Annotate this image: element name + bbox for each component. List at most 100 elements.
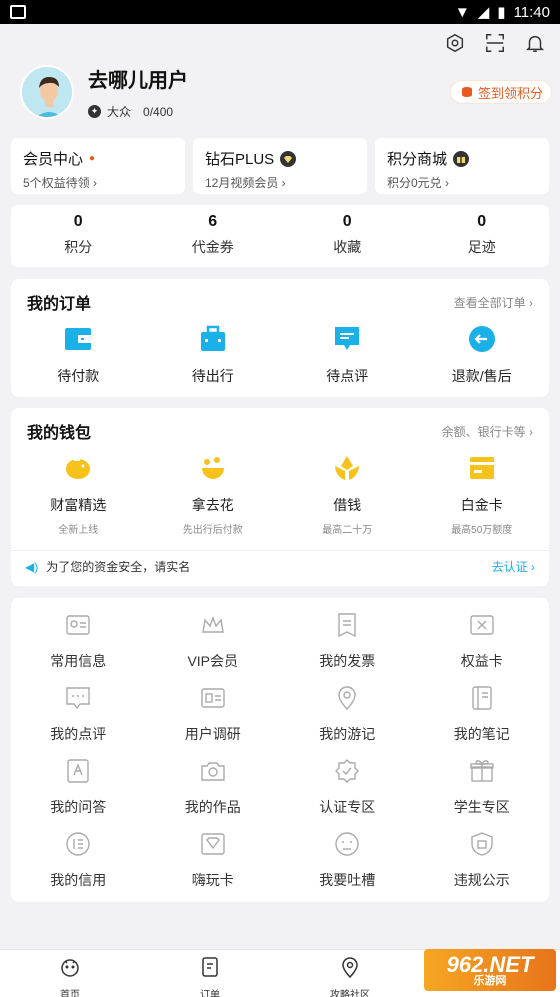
order-pending-payment[interactable]: 待付款: [11, 325, 146, 386]
points-mall-card[interactable]: 积分商城 积分0元兑 ›: [375, 138, 549, 194]
bell-icon[interactable]: [524, 32, 546, 54]
signal-icon: ◢: [477, 4, 490, 21]
order-label: 待付款: [57, 368, 100, 384]
profile-header[interactable]: 去哪儿用户 ✦ 大众 0/400: [20, 64, 188, 120]
credit-icon: [66, 832, 90, 856]
card-subtitle: 积分0元兑 ›: [387, 176, 450, 190]
wallet-borrow[interactable]: 借钱 最高二十万: [280, 454, 415, 550]
order-doc-icon: [202, 957, 218, 977]
watermark-main: 962.NET: [446, 951, 534, 977]
wallet-sub: 最高二十万: [322, 525, 373, 536]
watermark-sub: 乐游网: [473, 974, 507, 987]
member-center-card[interactable]: 会员中心 ● 5个权益待领 ›: [11, 138, 185, 194]
wallet-wealth[interactable]: 财富精选 全新上线: [11, 454, 146, 550]
stat-vouchers[interactable]: 6 代金券: [146, 205, 281, 267]
service-label: 我的点评: [50, 726, 107, 742]
tab-community[interactable]: 攻略社区: [280, 950, 420, 997]
service-label: 认证专区: [319, 799, 376, 815]
service-benefit-card[interactable]: 权益卡: [415, 608, 550, 681]
stat-favorites[interactable]: 0 收藏: [280, 205, 415, 267]
service-travelogue[interactable]: 我的游记: [280, 681, 415, 754]
service-student[interactable]: 学生专区: [415, 754, 550, 827]
piggy-bank-icon: [66, 459, 91, 479]
sign-in-label: 签到领积分: [477, 85, 543, 101]
play-card-icon: [201, 833, 225, 855]
stat-footprints[interactable]: 0 足迹: [415, 205, 550, 267]
card-icon: [469, 457, 494, 479]
wallet-label: 拿去花: [191, 497, 234, 513]
stat-points[interactable]: 0 积分: [11, 205, 146, 267]
service-vip[interactable]: VIP会员: [146, 608, 281, 681]
service-label: 我的信用: [50, 872, 107, 888]
top-actions: [444, 32, 546, 54]
service-label: 嗨玩卡: [191, 872, 234, 888]
wallet-balance-link[interactable]: 余额、银行卡等 ›: [442, 423, 533, 440]
service-my-reviews[interactable]: 我的点评: [11, 681, 146, 754]
order-refund[interactable]: 退款/售后: [415, 325, 550, 386]
wallet-sub: 全新上线: [58, 525, 99, 536]
service-label: 我的笔记: [453, 726, 510, 742]
tab-orders[interactable]: 订单: [140, 950, 280, 997]
wallet-platinum-card[interactable]: 白金卡 最高50万额度: [415, 454, 550, 550]
gift-icon: [453, 150, 470, 167]
tab-label: 订单: [200, 990, 220, 997]
wallet-label: 借钱: [333, 497, 362, 513]
service-label: 违规公示: [453, 872, 510, 888]
avatar[interactable]: [20, 65, 74, 119]
battery-icon: ▮: [497, 4, 506, 21]
status-time: 11:40: [513, 3, 550, 21]
level-points: 0/400: [143, 104, 174, 119]
flower-icon: [201, 457, 224, 479]
service-notes[interactable]: 我的笔记: [415, 681, 550, 754]
service-certification[interactable]: 认证专区: [280, 754, 415, 827]
order-pending-review[interactable]: 待点评: [280, 325, 415, 386]
scan-icon[interactable]: [484, 32, 506, 54]
crown-icon: ●: [89, 153, 96, 164]
stat-label: 代金券: [191, 239, 234, 255]
service-works[interactable]: 我的作品: [146, 754, 281, 827]
stat-label: 足迹: [467, 239, 496, 255]
user-name: 去哪儿用户: [88, 70, 188, 92]
order-label: 待点评: [326, 368, 369, 384]
stat-label: 收藏: [333, 239, 362, 255]
level-icon: ✦: [88, 105, 101, 118]
service-common-info[interactable]: 常用信息: [11, 608, 146, 681]
comment-icon: [66, 687, 90, 710]
status-bar: ▼ ◢ ▮ 11:40: [0, 0, 560, 24]
service-play-card[interactable]: 嗨玩卡: [146, 827, 281, 900]
stat-value: 6: [208, 213, 218, 230]
refund-icon: [468, 326, 495, 352]
all-orders-link[interactable]: 查看全部订单 ›: [454, 294, 533, 311]
stat-value: 0: [73, 213, 83, 230]
notebook-icon: [472, 686, 492, 710]
service-invoice[interactable]: 我的发票: [280, 608, 415, 681]
service-feedback[interactable]: 我要吐槽: [280, 827, 415, 900]
watermark-logo: 962.NET 乐游网: [424, 949, 556, 991]
diamond-plus-card[interactable]: 钻石PLUS 12月视频会员 ›: [193, 138, 367, 194]
survey-icon: [201, 688, 225, 708]
stat-value: 0: [477, 213, 487, 230]
orders-panel: 我的订单 查看全部订单 › 待付款 待出行 待点评 退款/售后: [11, 279, 549, 397]
tab-home[interactable]: 首页: [0, 950, 140, 997]
verify-link[interactable]: 去认证 ›: [492, 558, 535, 575]
service-violation[interactable]: 违规公示: [415, 827, 550, 900]
service-survey[interactable]: 用户调研: [146, 681, 281, 754]
order-label: 待出行: [191, 368, 234, 384]
service-qa[interactable]: 我的问答: [11, 754, 146, 827]
sign-in-button[interactable]: 签到领积分: [449, 80, 552, 104]
service-label: 我要吐槽: [319, 872, 376, 888]
wallet-sub: 先出行后付款: [182, 525, 243, 536]
card-subtitle: 5个权益待领 ›: [23, 176, 98, 190]
wallet-panel: 我的钱包 余额、银行卡等 › 财富精选 全新上线 拿去花 先出行后付款 借钱 最…: [11, 408, 549, 586]
settings-icon[interactable]: [444, 32, 466, 54]
service-label: 权益卡: [460, 653, 503, 669]
wallet-label: 财富精选: [50, 497, 107, 513]
tab-label: 首页: [60, 990, 80, 997]
order-pending-trip[interactable]: 待出行: [146, 325, 281, 386]
location-pin-icon: [338, 686, 356, 710]
wallet-naquhua[interactable]: 拿去花 先出行后付款: [146, 454, 281, 550]
service-credit[interactable]: 我的信用: [11, 827, 146, 900]
diamond-icon: [280, 150, 297, 167]
service-label: 用户调研: [184, 726, 241, 742]
suitcase-icon: [200, 325, 225, 351]
